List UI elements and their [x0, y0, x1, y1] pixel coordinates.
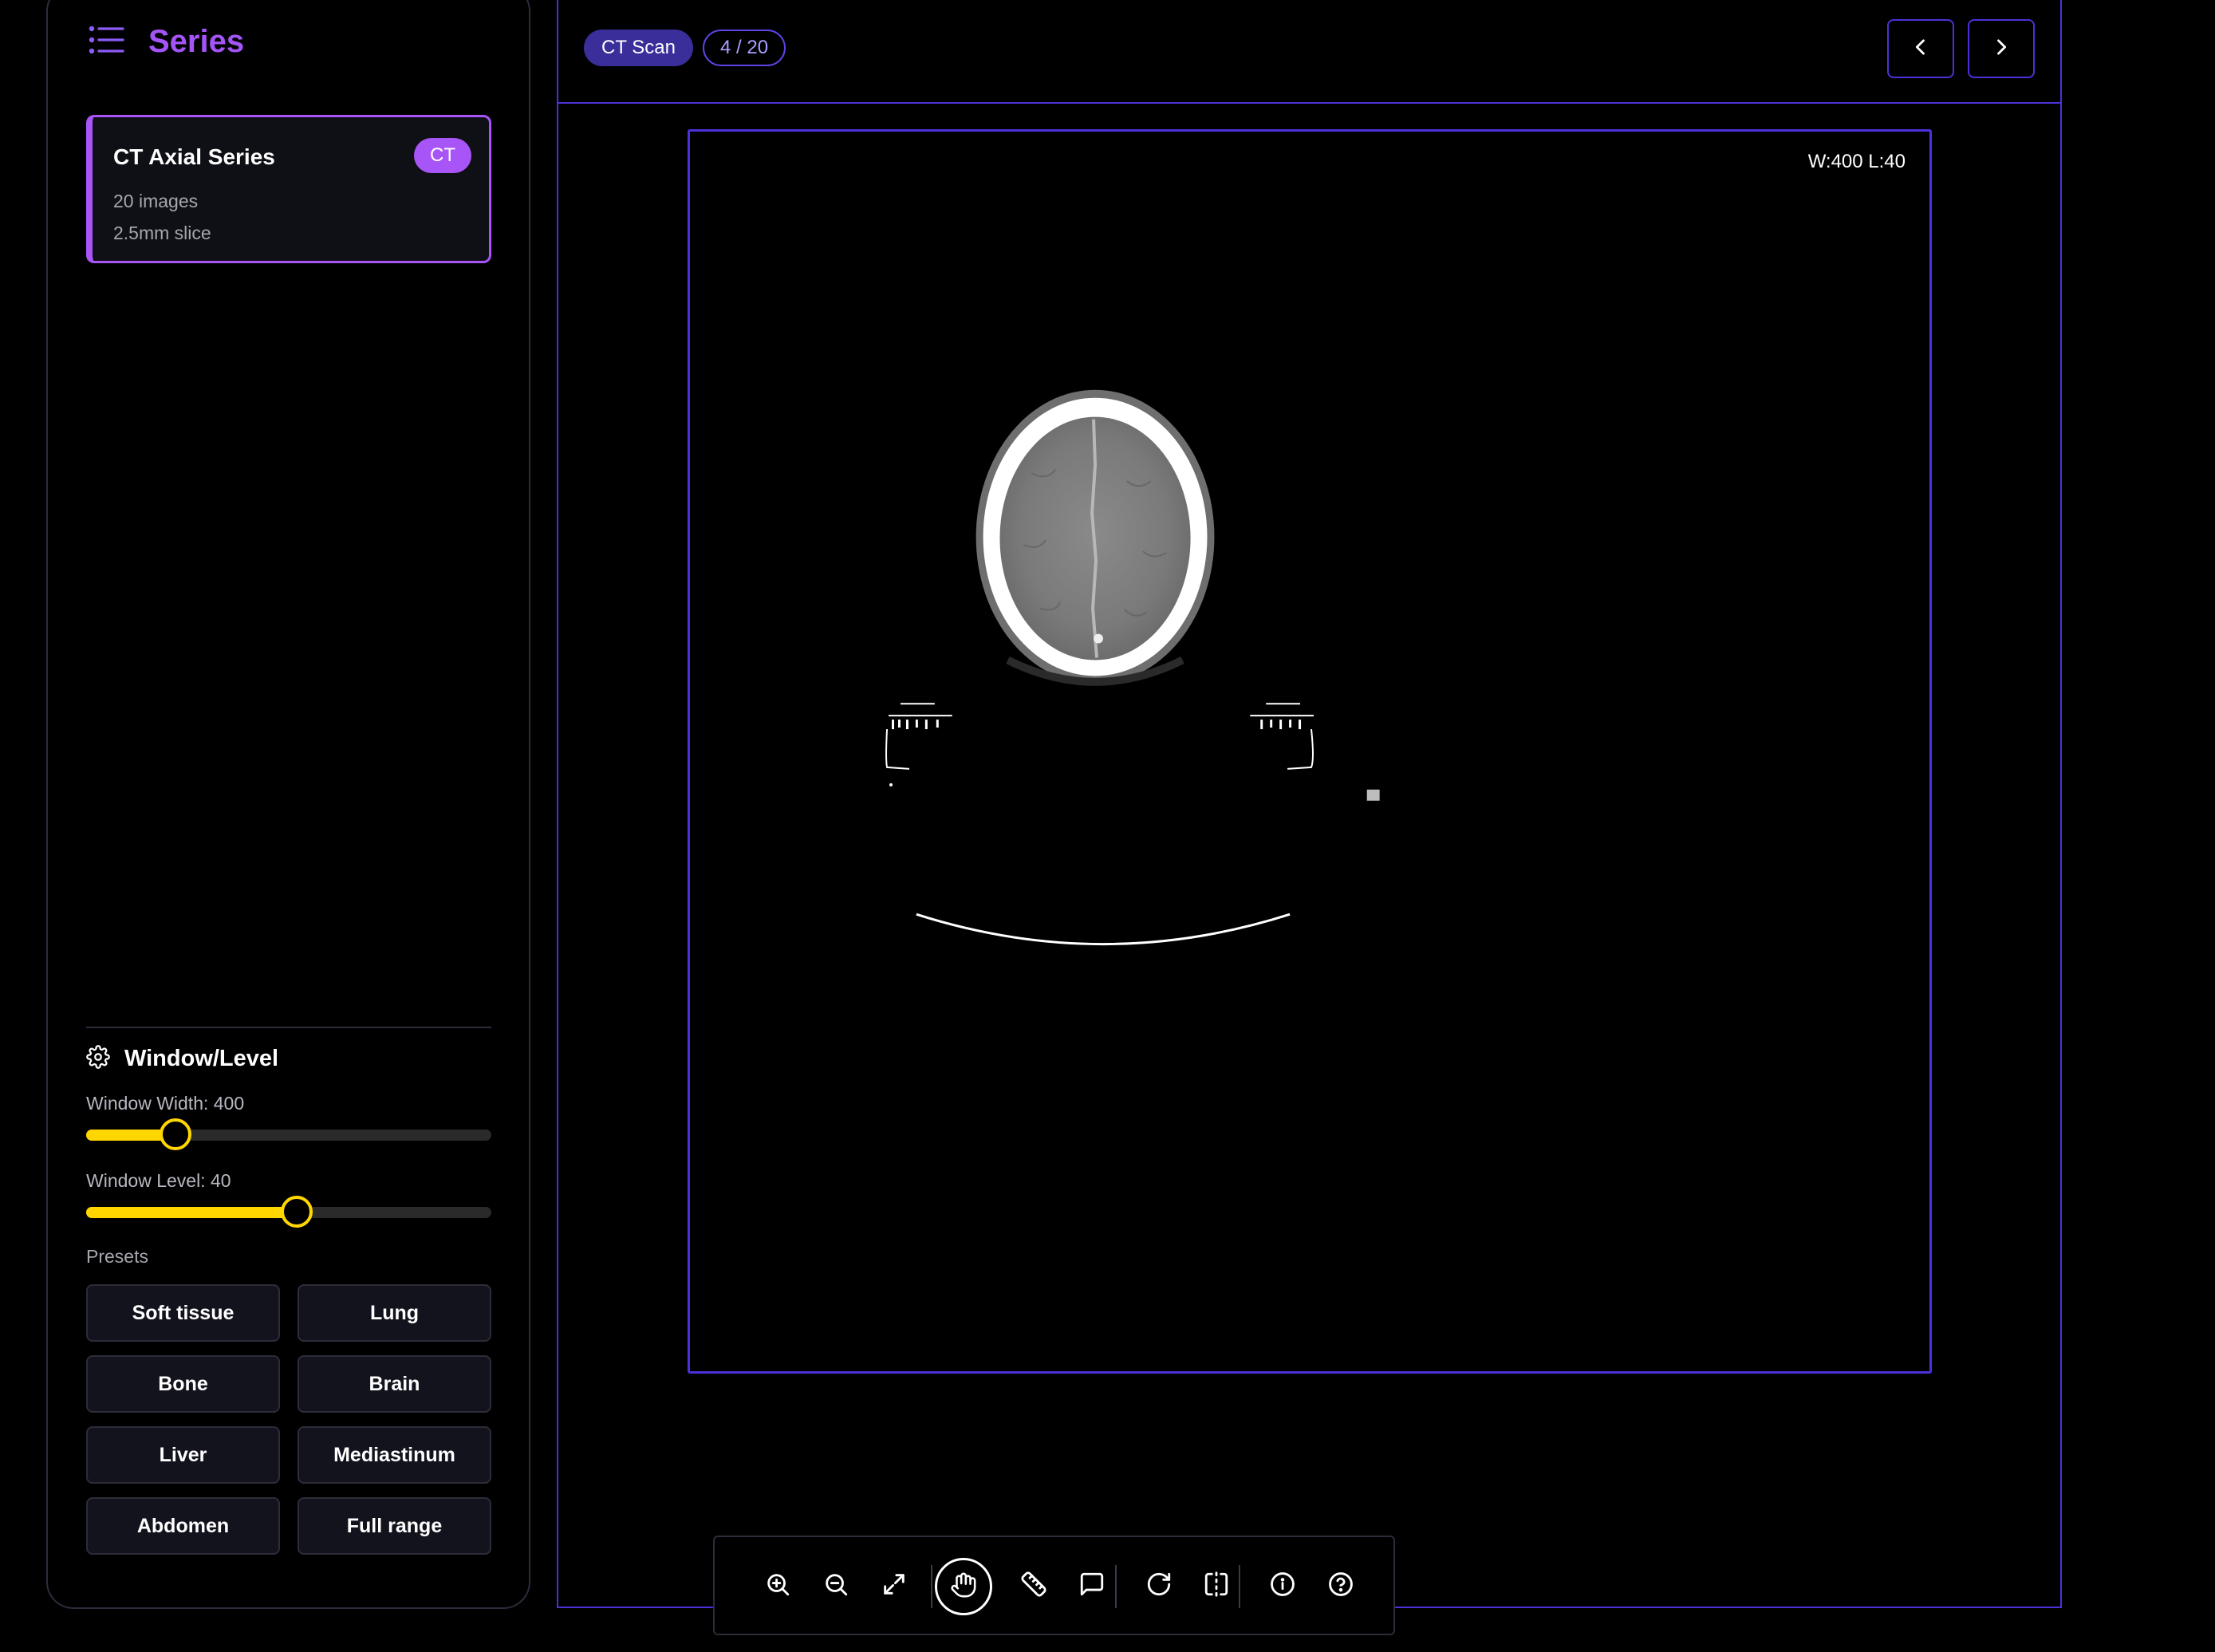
zoom-in-button[interactable] [755, 1563, 800, 1608]
comment-icon [1078, 1571, 1106, 1602]
reset-button[interactable] [1137, 1563, 1181, 1608]
image-counter: 4 / 20 [703, 30, 786, 66]
sidebar-divider [86, 1027, 491, 1028]
rotate-icon [1145, 1571, 1173, 1602]
flip-horizontal-icon [1203, 1571, 1230, 1602]
sidebar-title: Series [148, 23, 245, 59]
chevron-left-icon [1910, 36, 1932, 62]
window-width-thumb[interactable] [159, 1118, 191, 1150]
series-name: CT Axial Series [113, 144, 275, 169]
toolbar-separator [931, 1565, 932, 1608]
info-icon [1269, 1571, 1296, 1602]
window-width-label: Window Width: 400 [86, 1093, 245, 1114]
presets-label: Presets [86, 1246, 148, 1267]
window-level-title: Window/Level [124, 1045, 279, 1071]
previous-image-button[interactable] [1887, 19, 1954, 78]
series-sidebar: Series CT Axial Series CT 20 images 2.5m… [46, 0, 530, 1609]
preset-full-range-button[interactable]: Full range [298, 1497, 491, 1555]
window-level-header: Window/Level [86, 1040, 278, 1077]
help-icon [1327, 1571, 1354, 1602]
ct-axial-slice-image [885, 389, 1380, 946]
fit-to-screen-button[interactable] [872, 1563, 916, 1608]
preset-brain-button[interactable]: Brain [298, 1355, 491, 1413]
chevron-right-icon [1990, 36, 2012, 62]
window-width-slider[interactable] [86, 1118, 491, 1150]
modality-pill: CT Scan [584, 30, 693, 66]
zoom-in-icon [764, 1571, 791, 1602]
expand-icon [881, 1571, 908, 1602]
series-slice-thickness: 2.5mm slice [113, 223, 211, 243]
annotate-button[interactable] [1070, 1563, 1114, 1608]
window-level-label: Window Level: 40 [86, 1170, 231, 1191]
flip-button[interactable] [1194, 1563, 1239, 1608]
toolbar-separator [1239, 1565, 1240, 1608]
window-level-thumb[interactable] [281, 1196, 313, 1228]
preset-lung-button[interactable]: Lung [298, 1284, 491, 1342]
preset-liver-button[interactable]: Liver [86, 1426, 280, 1484]
ct-image-viewport[interactable]: W:400 L:40 [688, 129, 1932, 1374]
window-level-overlay: W:400 L:40 [1807, 151, 1906, 172]
ruler-icon [1020, 1571, 1047, 1602]
preset-abdomen-button[interactable]: Abdomen [86, 1497, 280, 1555]
image-viewer: CT Scan 4 / 20 W:400 L:40 [557, 0, 2062, 1608]
sidebar-header: Series [88, 18, 244, 65]
toolbar-separator [1115, 1565, 1117, 1608]
modality-badge: CT [414, 138, 471, 173]
series-card-ct-axial[interactable]: CT Axial Series CT 20 images 2.5mm slice [86, 115, 491, 263]
zoom-out-button[interactable] [814, 1563, 858, 1608]
hand-icon [950, 1571, 977, 1603]
next-image-button[interactable] [1968, 19, 2035, 78]
pan-tool-button[interactable] [935, 1558, 992, 1615]
window-level-slider[interactable] [86, 1196, 491, 1228]
viewer-topbar: CT Scan 4 / 20 [558, 0, 2060, 104]
preset-soft-tissue-button[interactable]: Soft tissue [86, 1284, 280, 1342]
list-icon [88, 24, 126, 60]
preset-mediastinum-button[interactable]: Mediastinum [298, 1426, 491, 1484]
help-button[interactable] [1318, 1563, 1363, 1608]
info-button[interactable] [1260, 1563, 1305, 1608]
series-image-count: 20 images [113, 191, 199, 211]
window-level-fill [86, 1207, 298, 1218]
preset-bone-button[interactable]: Bone [86, 1355, 280, 1413]
measure-button[interactable] [1011, 1563, 1056, 1608]
gear-icon [86, 1044, 110, 1073]
preset-grid: Soft tissue Lung Bone Brain Liver Medias… [86, 1284, 491, 1555]
viewer-toolbar [713, 1536, 1395, 1635]
zoom-out-icon [822, 1571, 849, 1602]
